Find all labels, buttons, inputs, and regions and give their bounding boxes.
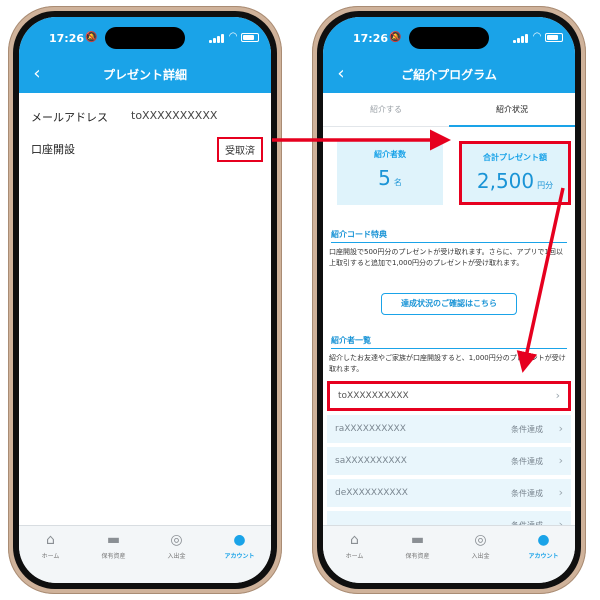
wallet-icon: ▬ — [106, 532, 121, 548]
segment-tabs: 紹介する 紹介状況 — [323, 93, 575, 127]
referral-name: saXXXXXXXXXX — [335, 456, 407, 466]
left-screen: 17:26 🔕 ◠ ‹ プレゼント詳細 メールアドレス toXXXXXXXXXX… — [19, 17, 271, 583]
list-section-text: 紹介したお友達やご家族が口座開設すると、1,000円分のプレゼントが受け取れます… — [329, 354, 566, 373]
tab-assets[interactable]: ▬ 保有資産 — [386, 532, 449, 560]
status-bar: 17:26 🔕 ◠ — [323, 17, 575, 55]
home-icon: ⌂ — [350, 532, 359, 548]
right-navbar: ‹ ご紹介プログラム — [323, 63, 575, 87]
dynamic-island — [105, 27, 185, 49]
received-status-badge: 受取済 — [217, 137, 263, 162]
chevron-right-icon: › — [558, 422, 563, 435]
referral-row[interactable]: toXXXXXXXXXX › — [327, 381, 571, 411]
referral-name: toXXXXXXXXXX — [338, 391, 409, 401]
coin-icon: ◎ — [474, 532, 487, 548]
left-header: 17:26 🔕 ◠ ‹ プレゼント詳細 — [19, 17, 271, 93]
home-icon: ⌂ — [46, 532, 55, 548]
signal-icon — [513, 34, 529, 43]
stats-panel: 紹介者数 5名 合計プレゼント額 2,500 円分 — [323, 127, 575, 221]
tab-home[interactable]: ⌂ ホーム — [19, 532, 82, 560]
email-row: メールアドレス toXXXXXXXXXX — [19, 101, 271, 131]
tab-referral-status[interactable]: 紹介状況 — [449, 93, 575, 127]
person-icon: ● — [537, 532, 550, 548]
email-value: toXXXXXXXXXX — [131, 109, 218, 122]
left-navbar: ‹ プレゼント詳細 — [19, 63, 271, 87]
battery-icon — [545, 33, 563, 42]
tab-invite[interactable]: 紹介する — [323, 93, 449, 127]
referral-count-value: 5名 — [378, 166, 402, 190]
code-section-text: 口座開設で500円分のプレゼントが受け取れます。さらに、アプリで1回以上取引する… — [329, 248, 563, 267]
mute-bell-icon: 🔕 — [85, 32, 98, 43]
mute-bell-icon: 🔕 — [389, 32, 402, 43]
referral-count-label: 紹介者数 — [374, 150, 406, 159]
right-phone: 17:26 🔕 ◠ ‹ ご紹介プログラム 紹介する 紹介状況 紹介者数 5 名 … — [312, 6, 586, 594]
total-gift-value: 2,500 円分 — [476, 169, 554, 193]
wallet-icon: ▬ — [410, 532, 425, 548]
status-bar: 17:26 🔕 ◠ — [19, 17, 271, 55]
left-bezel: 17:26 🔕 ◠ ‹ プレゼント詳細 メールアドレス toXXXXXXXXXX… — [13, 11, 277, 589]
tab-home[interactable]: ⌂ ホーム — [323, 532, 386, 560]
wifi-icon: ◠ — [533, 31, 541, 42]
email-label: メールアドレス — [31, 111, 108, 124]
tab-deposit[interactable]: ◎ 入出金 — [145, 532, 208, 560]
referral-count-unit: 名 — [393, 178, 402, 187]
referral-name: deXXXXXXXXXX — [335, 488, 408, 498]
account-open-row: 口座開設 受取済 — [19, 133, 271, 163]
battery-icon — [241, 33, 259, 42]
tab-account[interactable]: ● アカウント — [208, 532, 271, 560]
back-chevron-icon[interactable]: ‹ — [25, 63, 49, 87]
right-bezel: 17:26 🔕 ◠ ‹ ご紹介プログラム 紹介する 紹介状況 紹介者数 5 名 … — [317, 11, 581, 589]
person-icon: ● — [233, 532, 246, 548]
page-title: プレゼント詳細 — [102, 68, 187, 82]
right-header: 17:26 🔕 ◠ ‹ ご紹介プログラム — [323, 17, 575, 93]
chevron-right-icon: › — [558, 486, 563, 499]
chevron-right-icon: › — [558, 454, 563, 467]
status-time: 17:26 — [353, 32, 389, 45]
tab-deposit[interactable]: ◎ 入出金 — [449, 532, 512, 560]
status-time: 17:26 — [49, 32, 85, 45]
total-gift-label: 合計プレゼント額 — [483, 153, 547, 162]
dynamic-island — [409, 27, 489, 49]
referral-status: 条件達成 — [511, 457, 543, 466]
code-section-title: 紹介コード特典 — [331, 230, 387, 239]
list-section-title: 紹介者一覧 — [331, 336, 371, 345]
back-chevron-icon[interactable]: ‹ — [329, 63, 353, 87]
referral-count-card: 紹介者数 5名 — [337, 141, 443, 205]
coin-icon: ◎ — [170, 532, 183, 548]
right-screen: 17:26 🔕 ◠ ‹ ご紹介プログラム 紹介する 紹介状況 紹介者数 5 名 … — [323, 17, 575, 583]
tab-bar: ⌂ ホーム ▬ 保有資産 ◎ 入出金 ● アカウント — [323, 525, 575, 583]
divider — [331, 242, 567, 243]
left-phone: 17:26 🔕 ◠ ‹ プレゼント詳細 メールアドレス toXXXXXXXXXX… — [8, 6, 282, 594]
referral-status: 条件達成 — [511, 489, 543, 498]
tab-account[interactable]: ● アカウント — [512, 532, 575, 560]
account-open-label: 口座開設 — [31, 143, 75, 156]
signal-icon — [209, 34, 225, 43]
divider — [331, 348, 567, 349]
referral-row[interactable]: raXXXXXXXXXX 条件達成 › — [327, 415, 571, 445]
referral-row[interactable]: saXXXXXXXXXX 条件達成 › — [327, 447, 571, 477]
referral-name: raXXXXXXXXXX — [335, 424, 406, 434]
tab-assets[interactable]: ▬ 保有資産 — [82, 532, 145, 560]
chevron-right-icon: › — [555, 389, 560, 402]
wifi-icon: ◠ — [229, 31, 237, 42]
referral-status: 条件達成 — [511, 425, 543, 434]
total-gift-card: 合計プレゼント額 2,500 円分 — [459, 141, 571, 205]
page-title: ご紹介プログラム — [401, 68, 497, 82]
referral-row[interactable]: deXXXXXXXXXX 条件達成 › — [327, 479, 571, 509]
total-gift-unit: 円分 — [537, 181, 554, 190]
check-progress-button[interactable]: 達成状況のご確認はこちら — [381, 293, 517, 315]
tab-bar: ⌂ ホーム ▬ 保有資産 ◎ 入出金 ● アカウント — [19, 525, 271, 583]
